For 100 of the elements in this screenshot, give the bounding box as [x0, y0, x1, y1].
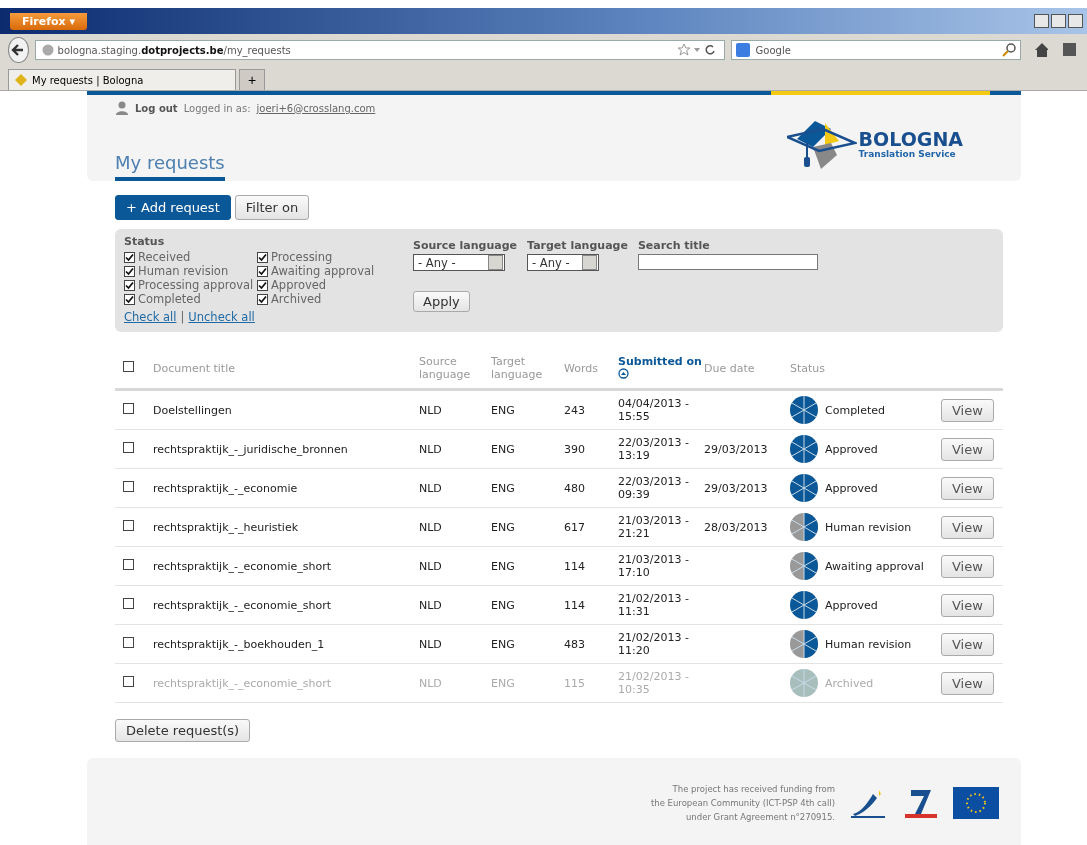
- view-button[interactable]: View: [941, 515, 994, 539]
- column-header: Words: [564, 361, 599, 375]
- column-header: Document title: [153, 361, 236, 375]
- column-header: Due date: [704, 361, 756, 375]
- table-cell: 480: [564, 481, 585, 495]
- table-cell: rechtspraktijk_-_juridische_bronnen: [153, 442, 348, 456]
- table-cell: ENG: [491, 442, 515, 456]
- table-cell: 21/02/2013 - 11:31: [618, 592, 690, 618]
- view-button[interactable]: View: [941, 671, 994, 695]
- table-cell: Doelstellingen: [153, 403, 232, 417]
- back-arrow-icon[interactable]: [11, 43, 26, 57]
- table-cell: 115: [564, 676, 585, 690]
- new-tab-button[interactable]: +: [239, 69, 265, 90]
- filter-button[interactable]: Filter on: [234, 195, 310, 220]
- table-cell: 114: [564, 559, 585, 573]
- back-button[interactable]: [8, 37, 29, 63]
- checkbox-label: Human revision: [138, 264, 229, 278]
- checkbox-label: Archived: [271, 292, 322, 306]
- row-checkbox[interactable]: [123, 442, 134, 453]
- status-text: Human revision: [825, 637, 913, 651]
- status-text: Completed: [825, 403, 886, 417]
- logout-link[interactable]: Log out: [135, 102, 178, 114]
- delete-button[interactable]: Delete request(s): [115, 719, 251, 742]
- status-text: Awaiting approval: [825, 559, 925, 573]
- search-field[interactable]: Google: [730, 40, 1021, 60]
- checkbox-label: Completed: [138, 292, 201, 306]
- logged-in-label: Logged in as:: [183, 102, 251, 114]
- table-cell: ENG: [491, 481, 515, 495]
- view-button[interactable]: View: [941, 437, 994, 461]
- status-checkbox[interactable]: [124, 293, 135, 305]
- status-checkbox[interactable]: [257, 293, 268, 305]
- add-request-button[interactable]: + Add request: [115, 195, 231, 220]
- check-all-link[interactable]: Check all: [124, 310, 177, 324]
- table-cell: rechtspraktijk_-_boekhouden_1: [153, 637, 325, 651]
- table-cell: 04/04/2013 - 15:55: [618, 397, 690, 423]
- browser-tab[interactable]: My requests | Bologna: [8, 69, 236, 90]
- status-pie-icon: [790, 474, 818, 502]
- row-checkbox[interactable]: [123, 676, 134, 687]
- checkbox-label: Processing approval: [138, 278, 254, 292]
- table-cell: NLD: [419, 559, 442, 573]
- status-pie-icon: [790, 552, 818, 580]
- view-button[interactable]: View: [941, 476, 994, 500]
- row-checkbox[interactable]: [123, 559, 134, 570]
- row-checkbox[interactable]: [123, 481, 134, 492]
- globe-icon: [41, 44, 54, 56]
- table-cell: 28/03/2013: [704, 520, 768, 534]
- table-cell: ENG: [491, 559, 515, 573]
- status-pie-icon: [790, 435, 818, 463]
- table-cell: NLD: [419, 676, 442, 690]
- select-all-checkbox[interactable]: [123, 361, 134, 372]
- status-checkbox[interactable]: [124, 265, 135, 277]
- table-cell: 114: [564, 598, 585, 612]
- column-header: Status: [790, 361, 827, 375]
- status-checkbox[interactable]: [257, 251, 268, 263]
- row-checkbox[interactable]: [123, 637, 134, 648]
- view-button[interactable]: View: [941, 632, 994, 656]
- status-checkbox[interactable]: [124, 279, 135, 291]
- row-checkbox[interactable]: [123, 403, 134, 414]
- url-text: bologna.staging.dotprojects.be/my_requests: [57, 44, 292, 56]
- table-cell: 243: [564, 403, 585, 417]
- status-checkbox[interactable]: [257, 265, 268, 277]
- apply-button[interactable]: Apply: [413, 291, 470, 312]
- search-title-field[interactable]: [637, 254, 818, 270]
- address-bar[interactable]: bologna.staging.dotprojects.be/my_requests: [34, 40, 725, 60]
- field-label: Source language: [413, 239, 518, 252]
- status-text: Approved: [825, 442, 879, 456]
- table-cell: NLD: [419, 442, 442, 456]
- status-pie-icon: [790, 591, 818, 619]
- table-cell: 390: [564, 442, 585, 456]
- view-button[interactable]: View: [941, 398, 994, 422]
- row-checkbox[interactable]: [123, 598, 134, 609]
- table-cell: 29/03/2013: [704, 442, 768, 456]
- sort-icon[interactable]: [618, 367, 629, 379]
- user-icon: [115, 101, 129, 115]
- status-pie-icon: [790, 396, 818, 424]
- view-button[interactable]: View: [941, 593, 994, 617]
- status-checkbox[interactable]: [124, 251, 135, 263]
- column-header: Target language: [491, 355, 544, 381]
- column-header[interactable]: Submitted on: [618, 354, 704, 382]
- column-header: Source language: [419, 355, 472, 381]
- view-button[interactable]: View: [941, 554, 994, 578]
- table-cell: rechtspraktijk_-_heuristiek: [153, 520, 299, 534]
- status-checkbox[interactable]: [257, 279, 268, 291]
- table-cell: rechtspraktijk_-_economie_short: [153, 559, 332, 573]
- row-checkbox[interactable]: [123, 520, 134, 531]
- logo-name: BOLOGNA: [858, 129, 963, 149]
- target-language-dropdown[interactable]: - Any -: [527, 254, 600, 271]
- uncheck-all-link[interactable]: Uncheck all: [188, 310, 255, 324]
- table-cell: NLD: [419, 598, 442, 612]
- table-cell: ENG: [491, 520, 515, 534]
- user-email-link[interactable]: joeri+6@crosslang.com: [256, 102, 376, 114]
- star-reload-icon[interactable]: [677, 44, 718, 56]
- status-text: Archived: [825, 676, 875, 690]
- source-language-dropdown[interactable]: - Any -: [413, 254, 505, 271]
- table-cell: 21/03/2013 - 17:10: [618, 553, 690, 579]
- search-icon[interactable]: [1001, 43, 1016, 57]
- google-icon: [735, 43, 752, 57]
- field-label: Target language: [527, 239, 628, 252]
- table-cell: NLD: [419, 403, 442, 417]
- table-cell: 483: [564, 637, 585, 651]
